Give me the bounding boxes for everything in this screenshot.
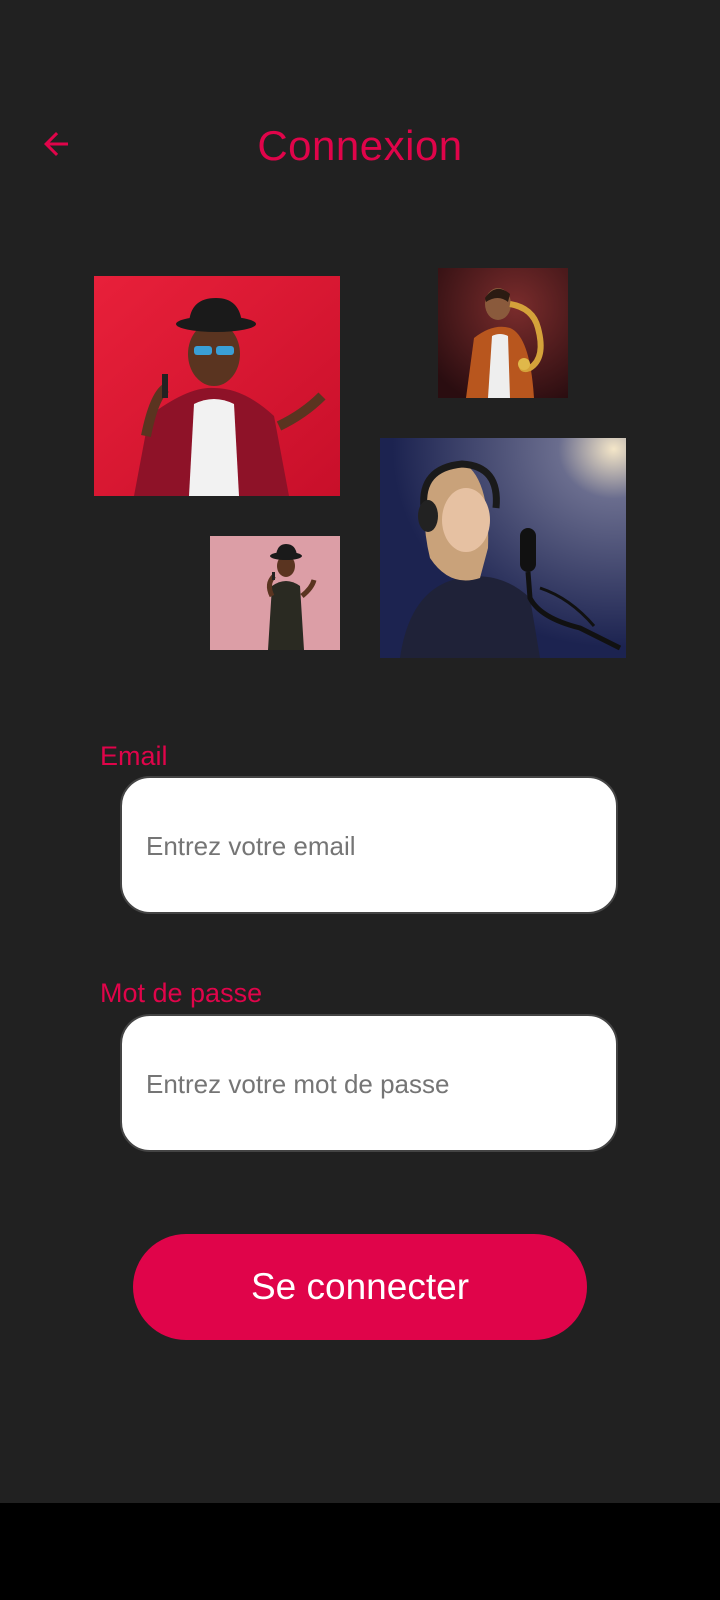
password-field-container: [120, 1014, 618, 1152]
singer-red-jacket-photo: [94, 276, 340, 496]
page-title: Connexion: [257, 122, 463, 169]
studio-singer-headphones-photo: [380, 438, 626, 658]
singer-pink-background-photo: [210, 536, 340, 650]
login-screen: Connexion Email Entrez votre email Mot d…: [0, 0, 720, 1503]
system-navigation-bar: [0, 1503, 720, 1600]
password-input[interactable]: [144, 1016, 588, 1152]
email-input[interactable]: [144, 778, 588, 914]
email-label: Email: [100, 741, 168, 771]
password-label: Mot de passe: [100, 978, 263, 1008]
saxophone-player-photo: [438, 268, 568, 398]
email-field-container: [120, 776, 618, 914]
login-button[interactable]: Se connecter: [133, 1234, 587, 1340]
